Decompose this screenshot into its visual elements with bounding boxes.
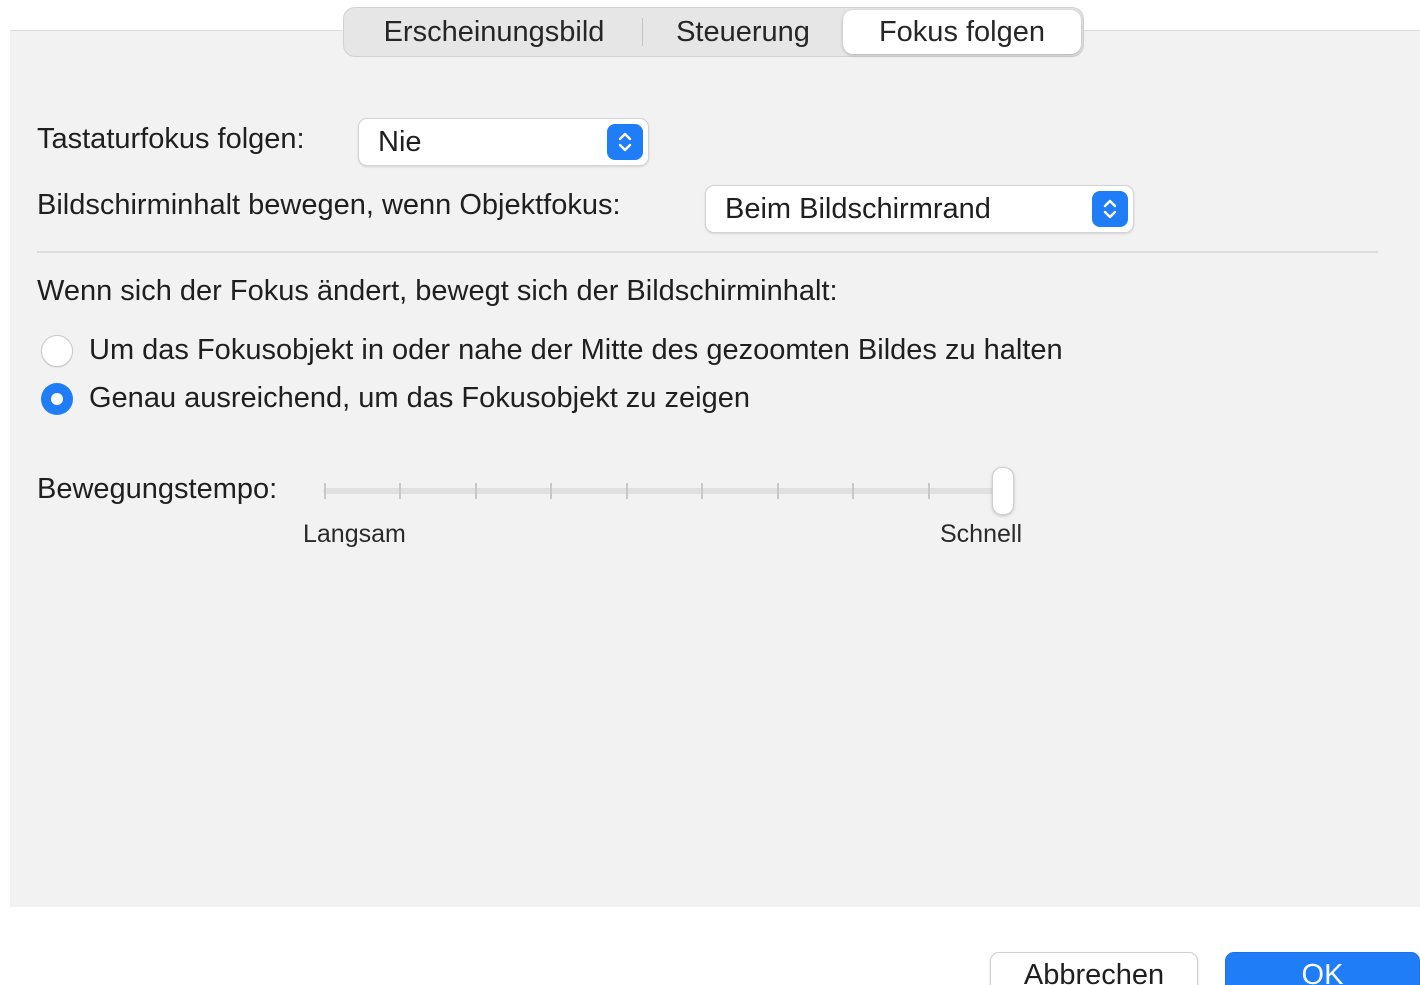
speed-slider-thumb[interactable] (992, 467, 1014, 515)
radio-button-selected[interactable] (41, 382, 73, 415)
slider-tick (324, 483, 326, 499)
radio-option-center[interactable]: Um das Fokusobjekt in oder nahe der Mitt… (41, 334, 1063, 367)
radio-label-sufficient: Genau ausreichend, um das Fokusobjekt zu… (89, 382, 750, 414)
radio-option-sufficient[interactable]: Genau ausreichend, um das Fokusobjekt zu… (41, 382, 750, 415)
slider-tick (852, 483, 855, 499)
section-divider (37, 251, 1378, 253)
slider-tick (701, 483, 704, 499)
slider-tick (776, 483, 779, 499)
speed-label: Bewegungstempo: (37, 473, 278, 505)
slider-tick (927, 483, 930, 499)
cancel-button[interactable]: Abbrechen (990, 952, 1198, 985)
tab-appearance[interactable]: Erscheinungsbild (346, 10, 642, 54)
radio-label-center: Um das Fokusobjekt in oder nahe der Mitt… (89, 334, 1063, 366)
speed-slider-track[interactable] (323, 488, 1007, 494)
slider-tick (474, 483, 477, 499)
speed-max-label: Schnell (940, 520, 1022, 548)
tab-bar: Erscheinungsbild Steuerung Fokus folgen (343, 7, 1084, 57)
focus-change-heading: Wenn sich der Fokus ändert, bewegt sich … (37, 275, 838, 307)
tab-focus-follow[interactable]: Fokus folgen (843, 10, 1081, 54)
move-screen-label: Bildschirminhalt bewegen, wenn Objektfok… (37, 189, 621, 221)
chevron-up-down-icon (607, 124, 643, 160)
keyboard-focus-label: Tastaturfokus folgen: (37, 123, 305, 155)
tab-panel (10, 30, 1420, 907)
move-screen-value: Beim Bildschirmrand (725, 192, 991, 225)
speed-min-label: Langsam (303, 520, 406, 548)
chevron-up-down-icon (1092, 191, 1128, 227)
tab-controls[interactable]: Steuerung (643, 10, 843, 54)
slider-tick (625, 483, 628, 499)
keyboard-focus-popup[interactable]: Nie (358, 118, 649, 166)
focus-follow-dialog: Erscheinungsbild Steuerung Fokus folgen … (0, 0, 1420, 985)
ok-button[interactable]: OK (1225, 952, 1420, 985)
slider-tick (399, 483, 402, 499)
keyboard-focus-value: Nie (378, 125, 422, 158)
radio-dot (51, 392, 63, 405)
slider-tick (550, 483, 553, 499)
radio-button-unselected[interactable] (41, 334, 73, 367)
move-screen-popup[interactable]: Beim Bildschirmrand (705, 185, 1134, 233)
